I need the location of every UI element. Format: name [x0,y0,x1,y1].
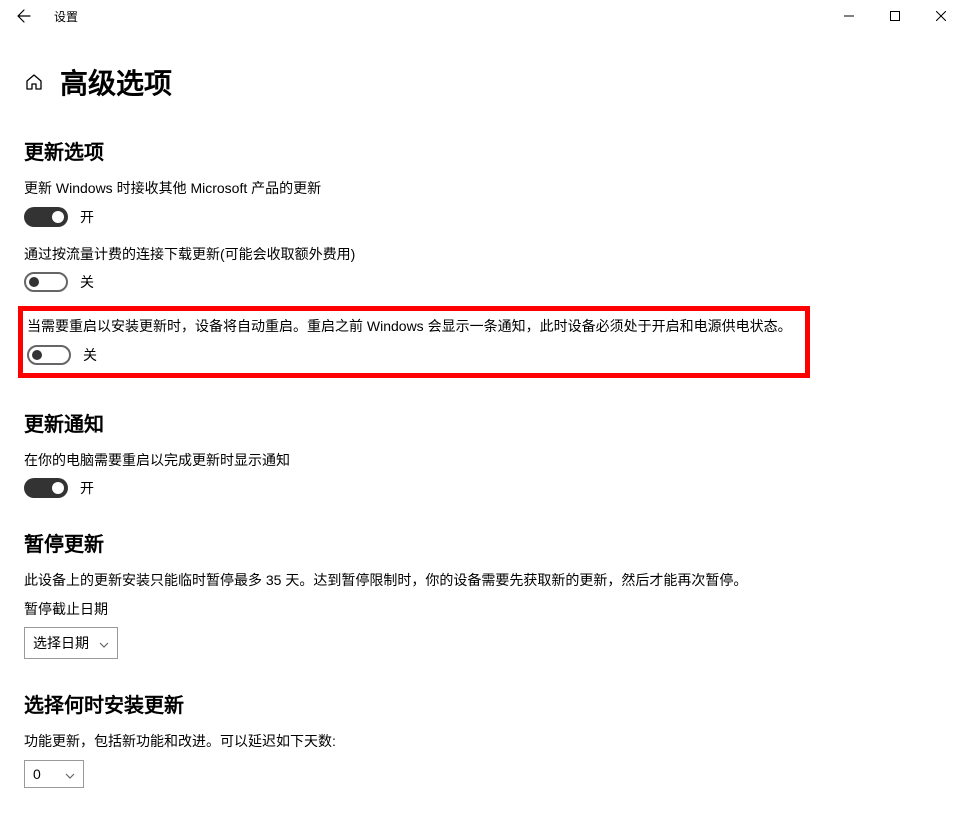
label-metered-connection: 通过按流量计费的连接下载更新(可能会收取额外费用) [24,245,940,265]
label-restart-notification: 在你的电脑需要重启以完成更新时显示通知 [24,451,940,471]
content-area: 高级选项 更新选项 更新 Windows 时接收其他 Microsoft 产品的… [0,32,964,838]
window-controls [826,0,964,32]
heading-pause-updates: 暂停更新 [24,528,940,557]
back-button[interactable] [8,0,40,32]
toggle-state-receive-other-products: 开 [80,207,94,227]
section-update-notifications: 更新通知 在你的电脑需要重启以完成更新时显示通知 开 [24,408,940,499]
toggle-row-metered-connection: 关 [24,272,940,292]
toggle-state-auto-restart: 关 [83,345,97,365]
chevron-down-icon [65,766,75,782]
desc-pause-updates: 此设备上的更新安装只能临时暂停最多 35 天。达到暂停限制时，你的设备需要先获取… [24,571,940,591]
label-pause-until-date: 暂停截止日期 [24,599,940,619]
window-title: 设置 [54,8,78,25]
toggle-state-restart-notification: 开 [80,478,94,498]
back-arrow-icon [16,8,32,24]
toggle-row-receive-other-products: 开 [24,207,940,227]
toggle-metered-connection[interactable] [24,272,68,292]
label-receive-other-products: 更新 Windows 时接收其他 Microsoft 产品的更新 [24,179,940,199]
dropdown-defer-days-text: 0 [33,766,41,782]
titlebar: 设置 [0,0,964,32]
dropdown-pause-date-text: 选择日期 [33,633,89,653]
page-header: 高级选项 [24,62,940,102]
section-update-options: 更新选项 更新 Windows 时接收其他 Microsoft 产品的更新 开 … [24,136,940,378]
toggle-state-metered-connection: 关 [80,272,94,292]
dropdown-pause-date[interactable]: 选择日期 [24,627,118,659]
close-icon [936,11,946,21]
toggle-row-auto-restart: 关 [27,345,795,365]
minimize-icon [844,11,854,21]
home-icon[interactable] [24,72,44,92]
toggle-receive-other-products[interactable] [24,207,68,227]
maximize-button[interactable] [872,0,918,32]
heading-update-notifications: 更新通知 [24,408,940,437]
minimize-button[interactable] [826,0,872,32]
section-choose-when-install: 选择何时安装更新 功能更新，包括新功能和改进。可以延迟如下天数: 0 [24,689,940,788]
page-title: 高级选项 [60,62,172,102]
chevron-down-icon [99,635,109,651]
section-pause-updates: 暂停更新 此设备上的更新安装只能临时暂停最多 35 天。达到暂停限制时，你的设备… [24,528,940,659]
toggle-row-restart-notification: 开 [24,478,940,498]
close-button[interactable] [918,0,964,32]
maximize-icon [890,11,900,21]
label-auto-restart: 当需要重启以安装更新时，设备将自动重启。重启之前 Windows 会显示一条通知… [27,317,795,337]
toggle-auto-restart[interactable] [27,345,71,365]
highlighted-auto-restart-option: 当需要重启以安装更新时，设备将自动重启。重启之前 Windows 会显示一条通知… [18,306,810,378]
dropdown-defer-days[interactable]: 0 [24,760,84,788]
toggle-restart-notification[interactable] [24,478,68,498]
heading-update-options: 更新选项 [24,136,940,165]
desc-choose-when-install: 功能更新，包括新功能和改进。可以延迟如下天数: [24,732,940,752]
heading-choose-when-install: 选择何时安装更新 [24,689,940,718]
